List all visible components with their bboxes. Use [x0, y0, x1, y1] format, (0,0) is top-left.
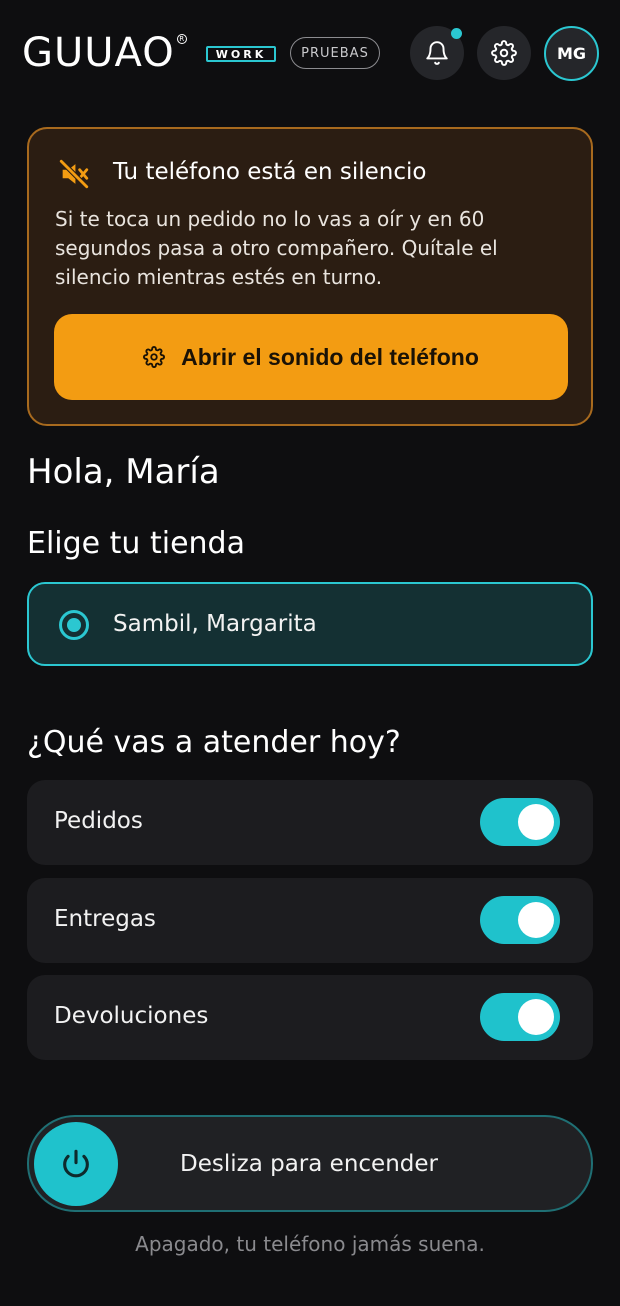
toggle-knob [518, 999, 554, 1035]
bell-icon [426, 41, 448, 65]
muted-speaker-icon [57, 157, 91, 195]
task-label: Entregas [54, 906, 156, 932]
toggle-knob [518, 902, 554, 938]
notifications-button[interactable] [410, 26, 464, 80]
slider-handle[interactable] [34, 1122, 118, 1206]
open-sound-settings-button[interactable]: Abrir el sonido del teléfono [54, 314, 568, 400]
slider-label: Desliza para encender [180, 1150, 438, 1177]
logo-wordmark: GUUAO [22, 30, 175, 76]
devoluciones-toggle[interactable] [480, 993, 560, 1041]
silence-warning-card: Tu teléfono está en silencio Si te toca … [27, 127, 593, 426]
task-row-devoluciones: Devoluciones [27, 975, 593, 1060]
task-row-pedidos: Pedidos [27, 780, 593, 865]
store-section-heading: Elige tu tienda [27, 526, 245, 561]
task-label: Devoluciones [54, 1003, 209, 1029]
top-bar: GUUAO R WORK PRUEBAS MG [0, 0, 620, 110]
gear-icon [143, 346, 166, 368]
store-option-label: Sambil, Margarita [113, 611, 317, 637]
silence-warning-message: Si te toca un pedido no lo vas a oír y e… [55, 207, 498, 289]
store-option-sambil-margarita[interactable]: Sambil, Margarita [27, 582, 593, 666]
registered-mark: R [176, 34, 187, 44]
tasks-section-heading: ¿Qué vas a atender hoy? [27, 725, 401, 760]
settings-button[interactable] [477, 26, 531, 80]
toggle-knob [518, 804, 554, 840]
user-avatar[interactable]: MG [544, 26, 599, 81]
greeting-heading: Hola, María [27, 452, 220, 492]
work-badge: WORK [206, 46, 276, 62]
notification-dot [451, 28, 462, 39]
pedidos-toggle[interactable] [480, 798, 560, 846]
silence-warning-title: Tu teléfono está en silencio [113, 159, 427, 185]
power-status-text: Apagado, tu teléfono jamás suena. [135, 1232, 485, 1256]
app-screen: GUUAO R WORK PRUEBAS MG Tu teléfono está… [0, 0, 620, 1306]
radio-selected-dot [67, 618, 81, 632]
store-radio[interactable] [59, 610, 89, 640]
task-label: Pedidos [54, 808, 143, 834]
brand-logo: GUUAO R [22, 30, 187, 76]
open-sound-button-label: Abrir el sonido del teléfono [181, 343, 479, 370]
task-row-entregas: Entregas [27, 878, 593, 963]
entregas-toggle[interactable] [480, 896, 560, 944]
power-icon [63, 1149, 89, 1178]
environment-badge: PRUEBAS [290, 37, 380, 69]
power-slider[interactable]: Desliza para encender [27, 1115, 593, 1212]
gear-icon [491, 40, 517, 66]
